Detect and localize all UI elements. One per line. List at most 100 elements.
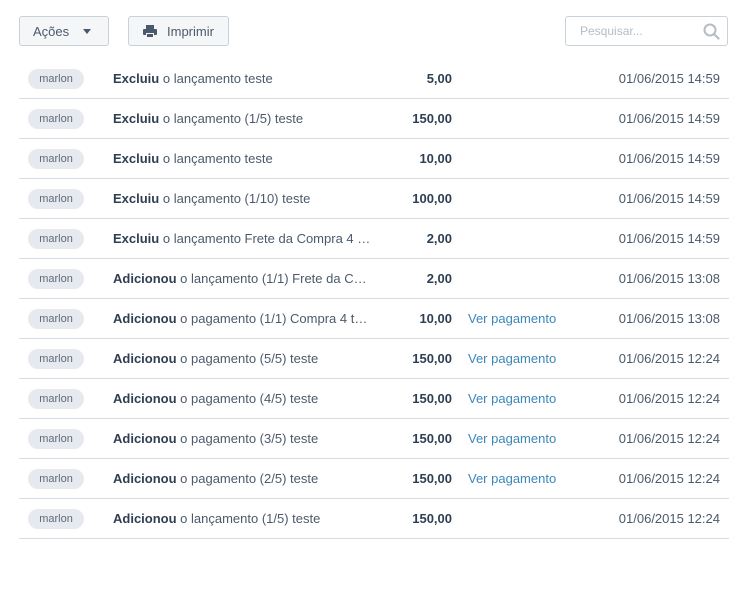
view-payment-link[interactable]: Ver pagamento — [468, 311, 556, 326]
activity-date: 01/06/2015 13:08 — [618, 271, 720, 286]
search-box — [565, 16, 728, 46]
activity-row: marlon Adicionou o pagamento (5/5) teste 1… — [19, 339, 729, 379]
activity-date: 01/06/2015 13:08 — [618, 311, 720, 326]
activity-date: 01/06/2015 14:59 — [618, 71, 720, 86]
activity-action: Adicionou — [113, 471, 177, 486]
activity-amount: 5,00 — [426, 71, 452, 86]
user-badge[interactable]: marlon — [28, 429, 84, 449]
caret-down-icon — [83, 28, 92, 34]
search-icon[interactable] — [703, 23, 720, 40]
print-button[interactable]: Imprimir — [128, 16, 229, 46]
activity-description: Adicionou o pagamento (5/5) teste — [113, 351, 371, 366]
actions-label: Ações — [33, 23, 70, 39]
activity-date: 01/06/2015 12:24 — [618, 511, 720, 526]
activity-row: marlon Excluiu o lançamento teste 5,00 01/0… — [19, 59, 729, 99]
activity-row: marlon Excluiu o lançamento (1/10) teste 1… — [19, 179, 729, 219]
activity-text: o pagamento (3/5) teste — [180, 431, 319, 446]
activity-description: Adicionou o pagamento (3/5) teste — [113, 431, 371, 446]
activity-amount: 2,00 — [426, 231, 452, 246]
activity-action: Adicionou — [113, 391, 177, 406]
activity-text: o pagamento (5/5) teste — [180, 351, 319, 366]
activity-date: 01/06/2015 14:59 — [618, 151, 720, 166]
activity-text: o pagamento (1/1) Compra 4 teste — [180, 311, 371, 326]
activity-date: 01/06/2015 12:24 — [618, 351, 720, 366]
activity-action: Excluiu — [113, 111, 160, 126]
activity-description: Excluiu o lançamento teste — [113, 71, 371, 86]
user-badge[interactable]: marlon — [28, 469, 84, 489]
activity-date: 01/06/2015 12:24 — [618, 431, 720, 446]
activity-text: o lançamento teste — [162, 151, 273, 166]
user-badge[interactable]: marlon — [28, 149, 84, 169]
activity-action: Adicionou — [113, 351, 177, 366]
activity-action: Excluiu — [113, 151, 160, 166]
activity-description: Excluiu o lançamento teste — [113, 151, 371, 166]
view-payment-link[interactable]: Ver pagamento — [468, 391, 556, 406]
activity-text: o pagamento (4/5) teste — [180, 391, 319, 406]
toolbar: Ações Imprimir — [19, 16, 728, 46]
activity-amount: 150,00 — [412, 471, 452, 486]
activity-description: Excluiu o lançamento (1/10) teste — [113, 191, 371, 206]
activity-description: Adicionou o lançamento (1/5) teste — [113, 511, 371, 526]
activity-amount: 150,00 — [412, 391, 452, 406]
activity-action: Excluiu — [113, 231, 160, 246]
activity-amount: 2,00 — [426, 271, 452, 286]
activity-description: Adicionou o pagamento (1/1) Compra 4 tes… — [113, 311, 371, 326]
activity-description: Excluiu o lançamento (1/5) teste — [113, 111, 371, 126]
user-badge[interactable]: marlon — [28, 269, 84, 289]
actions-dropdown-button[interactable]: Ações — [19, 16, 109, 46]
user-badge[interactable]: marlon — [28, 349, 84, 369]
activity-action: Adicionou — [113, 311, 177, 326]
view-payment-link[interactable]: Ver pagamento — [468, 431, 556, 446]
view-payment-link[interactable]: Ver pagamento — [468, 351, 556, 366]
activity-amount: 150,00 — [412, 511, 452, 526]
activity-action: Adicionou — [113, 431, 177, 446]
activity-action: Excluiu — [113, 71, 160, 86]
activity-amount: 100,00 — [412, 191, 452, 206]
print-label: Imprimir — [167, 23, 214, 39]
activity-action: Adicionou — [113, 271, 177, 286]
user-badge[interactable]: marlon — [28, 189, 84, 209]
activity-text: o lançamento teste — [162, 71, 273, 86]
activity-row: marlon Excluiu o lançamento (1/5) teste 15… — [19, 99, 729, 139]
user-badge[interactable]: marlon — [28, 69, 84, 89]
activity-description: Excluiu o lançamento Frete da Compra 4 q… — [113, 231, 371, 246]
activity-action: Excluiu — [113, 191, 160, 206]
user-badge[interactable]: marlon — [28, 109, 84, 129]
activity-text: o lançamento (1/5) teste — [180, 511, 321, 526]
activity-row: marlon Adicionou o pagamento (1/1) Compra… — [19, 299, 729, 339]
activity-amount: 10,00 — [419, 311, 452, 326]
activity-date: 01/06/2015 14:59 — [618, 231, 720, 246]
user-badge[interactable]: marlon — [28, 229, 84, 249]
activity-row: marlon Adicionou o lançamento (1/1) Frete… — [19, 259, 729, 299]
activity-description: Adicionou o pagamento (2/5) teste — [113, 471, 371, 486]
activity-row: marlon Excluiu o lançamento Frete da Comp… — [19, 219, 729, 259]
activity-amount: 10,00 — [419, 151, 452, 166]
printer-icon — [143, 24, 157, 38]
activity-row: marlon Adicionou o lançamento (1/5) teste… — [19, 499, 729, 539]
activity-text: o lançamento Frete da Compra 4 q... — [162, 231, 371, 246]
activity-date: 01/06/2015 14:59 — [618, 111, 720, 126]
activity-text: o lançamento (1/1) Frete da Com... — [180, 271, 371, 286]
activity-row: marlon Adicionou o pagamento (4/5) teste 1… — [19, 379, 729, 419]
activity-row: marlon Adicionou o pagamento (3/5) teste 1… — [19, 419, 729, 459]
activity-text: o lançamento (1/10) teste — [162, 191, 311, 206]
activity-date: 01/06/2015 12:24 — [618, 471, 720, 486]
activity-description: Adicionou o lançamento (1/1) Frete da Co… — [113, 271, 371, 286]
activity-text: o pagamento (2/5) teste — [180, 471, 319, 486]
activity-action: Adicionou — [113, 511, 177, 526]
search-input[interactable] — [566, 17, 701, 45]
activity-amount: 150,00 — [412, 111, 452, 126]
activity-date: 01/06/2015 12:24 — [618, 391, 720, 406]
activity-amount: 150,00 — [412, 351, 452, 366]
user-badge[interactable]: marlon — [28, 509, 84, 529]
view-payment-link[interactable]: Ver pagamento — [468, 471, 556, 486]
activity-amount: 150,00 — [412, 431, 452, 446]
user-badge[interactable]: marlon — [28, 389, 84, 409]
activity-row: marlon Excluiu o lançamento teste 10,00 01/… — [19, 139, 729, 179]
activity-text: o lançamento (1/5) teste — [162, 111, 304, 126]
activity-description: Adicionou o pagamento (4/5) teste — [113, 391, 371, 406]
activity-list: marlon Excluiu o lançamento teste 5,00 01/0… — [19, 58, 729, 539]
activity-row: marlon Adicionou o pagamento (2/5) teste 1… — [19, 459, 729, 499]
user-badge[interactable]: marlon — [28, 309, 84, 329]
activity-date: 01/06/2015 14:59 — [618, 191, 720, 206]
